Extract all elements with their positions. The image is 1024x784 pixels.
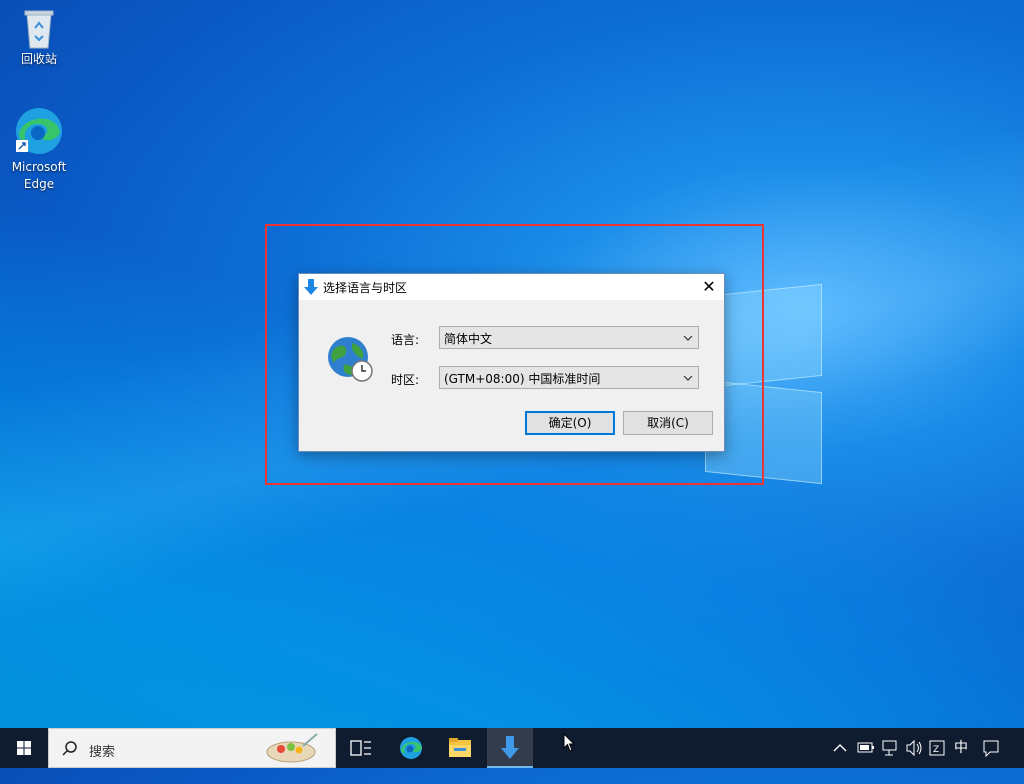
timezone-label: 时区: (391, 373, 420, 387)
desktop-icon-label: 回收站 (20, 52, 57, 66)
search-box[interactable]: 搜索 (48, 728, 336, 768)
close-button[interactable]: ✕ (694, 274, 724, 300)
taskbar-file-explorer-button[interactable] (437, 728, 483, 768)
ime-mode-icon: Z (929, 740, 945, 756)
task-view-button[interactable] (338, 728, 384, 768)
desktop-icon-edge[interactable]: Microsoft Edge (4, 106, 74, 193)
search-icon (62, 741, 77, 756)
ime-language-indicator[interactable]: 中 (950, 728, 972, 768)
file-explorer-icon (449, 738, 471, 757)
task-view-icon (350, 740, 371, 756)
notification-icon (983, 740, 999, 758)
network-icon (882, 740, 897, 756)
ime-mode-button[interactable]: Z (927, 728, 949, 768)
language-label: 语言: (391, 333, 420, 347)
taskbar-edge-button[interactable] (388, 728, 434, 768)
mouse-cursor-icon (563, 732, 577, 753)
cancel-button[interactable]: 取消(C) (623, 411, 713, 435)
desktop-icon-recycle-bin[interactable]: 回收站 (4, 8, 74, 68)
language-timezone-dialog: 选择语言与时区 ✕ 语言: 简体中文 时区: (GTM+08:00) 中国标准时… (298, 273, 725, 452)
language-select[interactable]: 简体中文 (439, 326, 699, 349)
recycle-bin-icon (19, 8, 59, 49)
windows-start-icon (17, 741, 31, 755)
close-icon: ✕ (702, 277, 716, 296)
tray-overflow-button[interactable] (830, 728, 850, 768)
chevron-up-icon (833, 744, 847, 752)
desktop-icon-label: Microsoft Edge (11, 160, 67, 191)
dialog-title-bar[interactable]: 选择语言与时区 ✕ (299, 274, 724, 300)
chevron-down-icon (683, 332, 693, 342)
start-button[interactable] (0, 728, 48, 768)
dialog-title: 选择语言与时区 (323, 281, 408, 295)
timezone-select[interactable]: (GTM+08:00) 中国标准时间 (439, 366, 699, 389)
battery-icon (857, 742, 874, 753)
active-app-indicator (487, 728, 533, 768)
globe-clock-icon (326, 335, 374, 383)
network-button[interactable] (879, 728, 901, 768)
search-placeholder: 搜索 (89, 745, 116, 760)
battery-button[interactable] (855, 728, 877, 768)
notification-button[interactable] (980, 728, 1002, 768)
volume-button[interactable] (903, 728, 925, 768)
chevron-down-icon (683, 372, 693, 382)
download-arrow-icon (304, 279, 318, 295)
edge-icon (400, 737, 422, 759)
search-highlight-icon (266, 733, 318, 763)
edge-icon (14, 106, 64, 156)
svg-text:Z: Z (933, 745, 939, 755)
language-select-value: 简体中文 (444, 332, 493, 346)
ok-button[interactable]: 确定(O) (525, 411, 615, 435)
timezone-select-value: (GTM+08:00) 中国标准时间 (444, 372, 601, 386)
volume-icon (906, 739, 922, 757)
